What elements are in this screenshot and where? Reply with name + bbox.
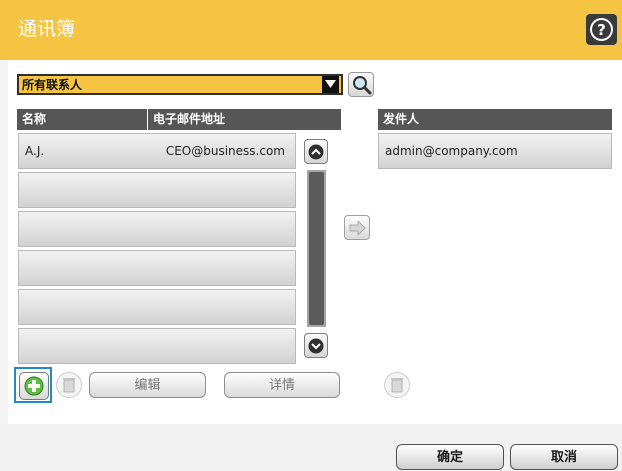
search-button[interactable] (348, 72, 374, 97)
cancel-button[interactable]: 取消 (510, 444, 618, 470)
help-icon: ? (590, 18, 613, 41)
sender-row[interactable]: admin@company.com (378, 133, 612, 169)
column-header-email: 电子邮件地址 (148, 109, 341, 130)
scroll-down-button[interactable] (304, 333, 328, 358)
scrollbar-thumb[interactable] (309, 172, 324, 325)
contact-row[interactable] (18, 172, 296, 208)
ok-button[interactable]: 确定 (396, 444, 504, 470)
edit-button[interactable]: 编辑 (89, 372, 206, 398)
sender-email: admin@company.com (385, 144, 518, 158)
contact-row[interactable] (18, 211, 296, 247)
chevron-down-icon (308, 338, 324, 354)
contact-email: CEO@business.com (165, 144, 285, 158)
trash-icon (56, 372, 82, 398)
add-contact-button[interactable] (14, 367, 52, 403)
search-icon (353, 76, 372, 95)
delete-sender-button[interactable] (384, 371, 410, 399)
contact-row[interactable]: A.J. CEO@business.com (18, 133, 296, 169)
contact-row[interactable] (18, 250, 296, 286)
dropdown-arrow-icon[interactable] (322, 76, 339, 93)
column-header-name: 名称 (17, 109, 147, 130)
window-title: 通讯簿 (18, 18, 76, 40)
details-button[interactable]: 详情 (224, 372, 340, 398)
arrow-right-icon (349, 221, 366, 235)
scroll-up-button[interactable] (304, 139, 328, 164)
delete-contact-button[interactable] (56, 371, 82, 399)
contact-row[interactable] (18, 328, 296, 364)
contact-row[interactable] (18, 289, 296, 325)
trash-icon (384, 372, 410, 398)
chevron-up-icon (308, 144, 324, 160)
column-header-sender: 发件人 (378, 109, 612, 130)
add-icon (24, 376, 44, 396)
svg-text:?: ? (597, 21, 606, 39)
contact-name: A.J. (25, 144, 45, 158)
add-to-sender-button[interactable] (344, 215, 370, 240)
title-bar (0, 0, 622, 60)
contact-filter-value: 所有联系人 (22, 78, 83, 92)
help-button[interactable]: ? (586, 14, 617, 45)
